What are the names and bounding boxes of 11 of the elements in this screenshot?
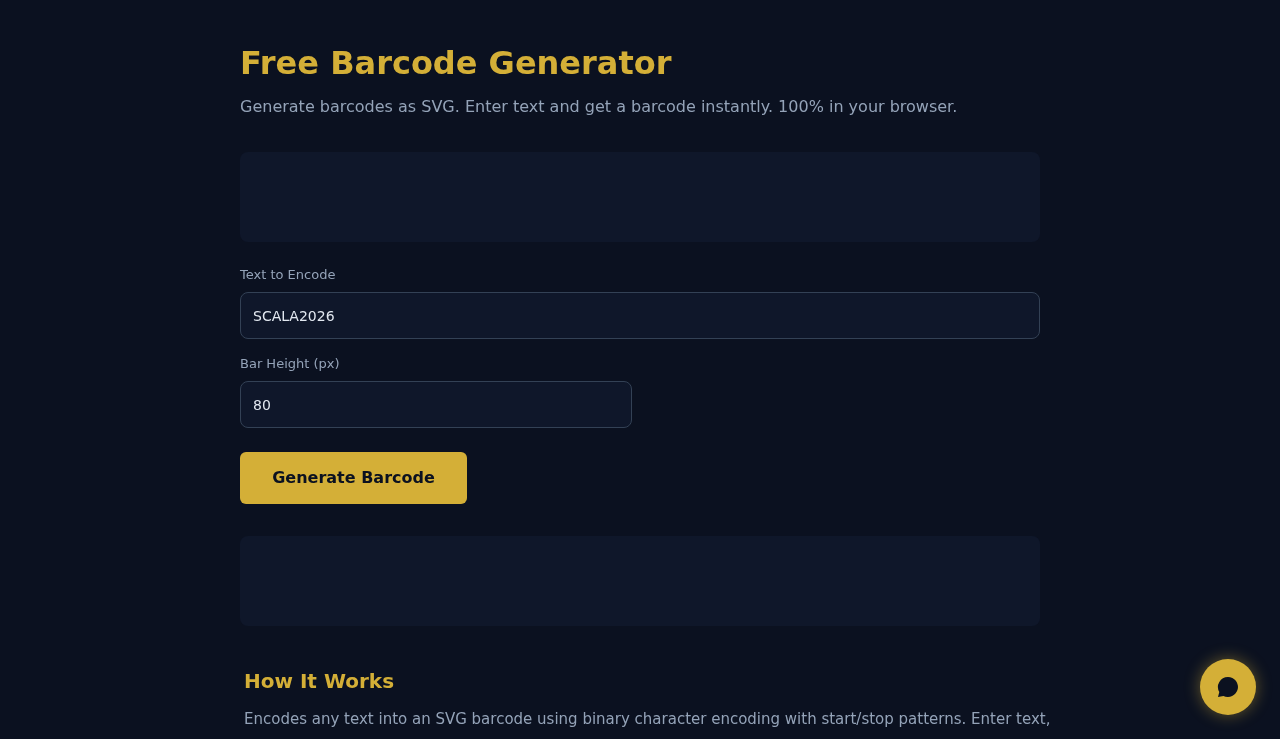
field-label: Text to Encode — [240, 266, 336, 284]
section-heading: How It Works — [244, 668, 395, 695]
text-input[interactable]: SCALA2026 — [240, 292, 1040, 339]
chat-button[interactable] — [1200, 659, 1256, 715]
section-text: Encodes any text into an SVG barcode using binary character encoding with start/stop patterns. Enter text, — [244, 709, 1051, 730]
chat-bubble-icon — [1217, 676, 1239, 698]
page-subtitle: Generate barcodes as SVG. Enter text and get a barcode instantly. 100% in your browser. — [240, 96, 958, 118]
number-input[interactable]: 80 — [240, 381, 632, 428]
generate-button[interactable]: Generate Barcode — [240, 452, 467, 504]
page-title: Free Barcode Generator — [240, 43, 672, 83]
field-label: Bar Height (px) — [240, 355, 340, 373]
